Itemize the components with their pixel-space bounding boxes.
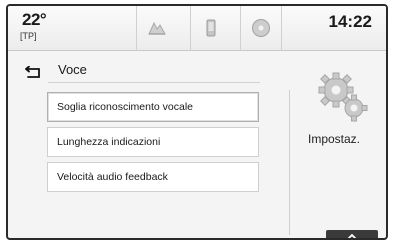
scroll-up-button[interactable] — [326, 230, 378, 238]
phone-icon — [206, 19, 216, 37]
header-divider — [48, 82, 260, 83]
back-arrow-icon[interactable] — [22, 66, 42, 80]
menu-item-label: Soglia riconoscimento vocale — [57, 101, 193, 113]
menu-item-voice-recognition-threshold[interactable]: Soglia riconoscimento vocale — [47, 92, 259, 122]
tab-phone[interactable] — [190, 6, 231, 50]
panel-divider — [289, 90, 290, 235]
media-icon — [252, 19, 270, 37]
map-icon — [148, 21, 166, 35]
gears-icon[interactable] — [314, 68, 370, 124]
chevron-up-icon — [347, 233, 357, 238]
menu-item-audio-feedback-speed[interactable]: Velocità audio feedback — [47, 162, 259, 192]
page-title: Voce — [58, 62, 87, 77]
traffic-program-indicator: [TP] — [20, 31, 37, 41]
settings-label[interactable]: Impostaz. — [308, 132, 360, 146]
menu-item-prompt-length[interactable]: Lunghezza indicazioni — [47, 127, 259, 157]
infotainment-screen: 22° [TP] 14:22 Voce Soglia riconosciment… — [6, 4, 388, 240]
tab-media[interactable] — [240, 6, 282, 50]
menu-item-label: Lunghezza indicazioni — [57, 136, 161, 148]
tab-navigation[interactable] — [136, 6, 177, 50]
status-bar: 22° [TP] 14:22 — [8, 6, 386, 51]
menu-item-label: Velocità audio feedback — [57, 171, 168, 183]
clock: 14:22 — [328, 12, 372, 31]
outside-temperature: 22° — [22, 10, 47, 29]
